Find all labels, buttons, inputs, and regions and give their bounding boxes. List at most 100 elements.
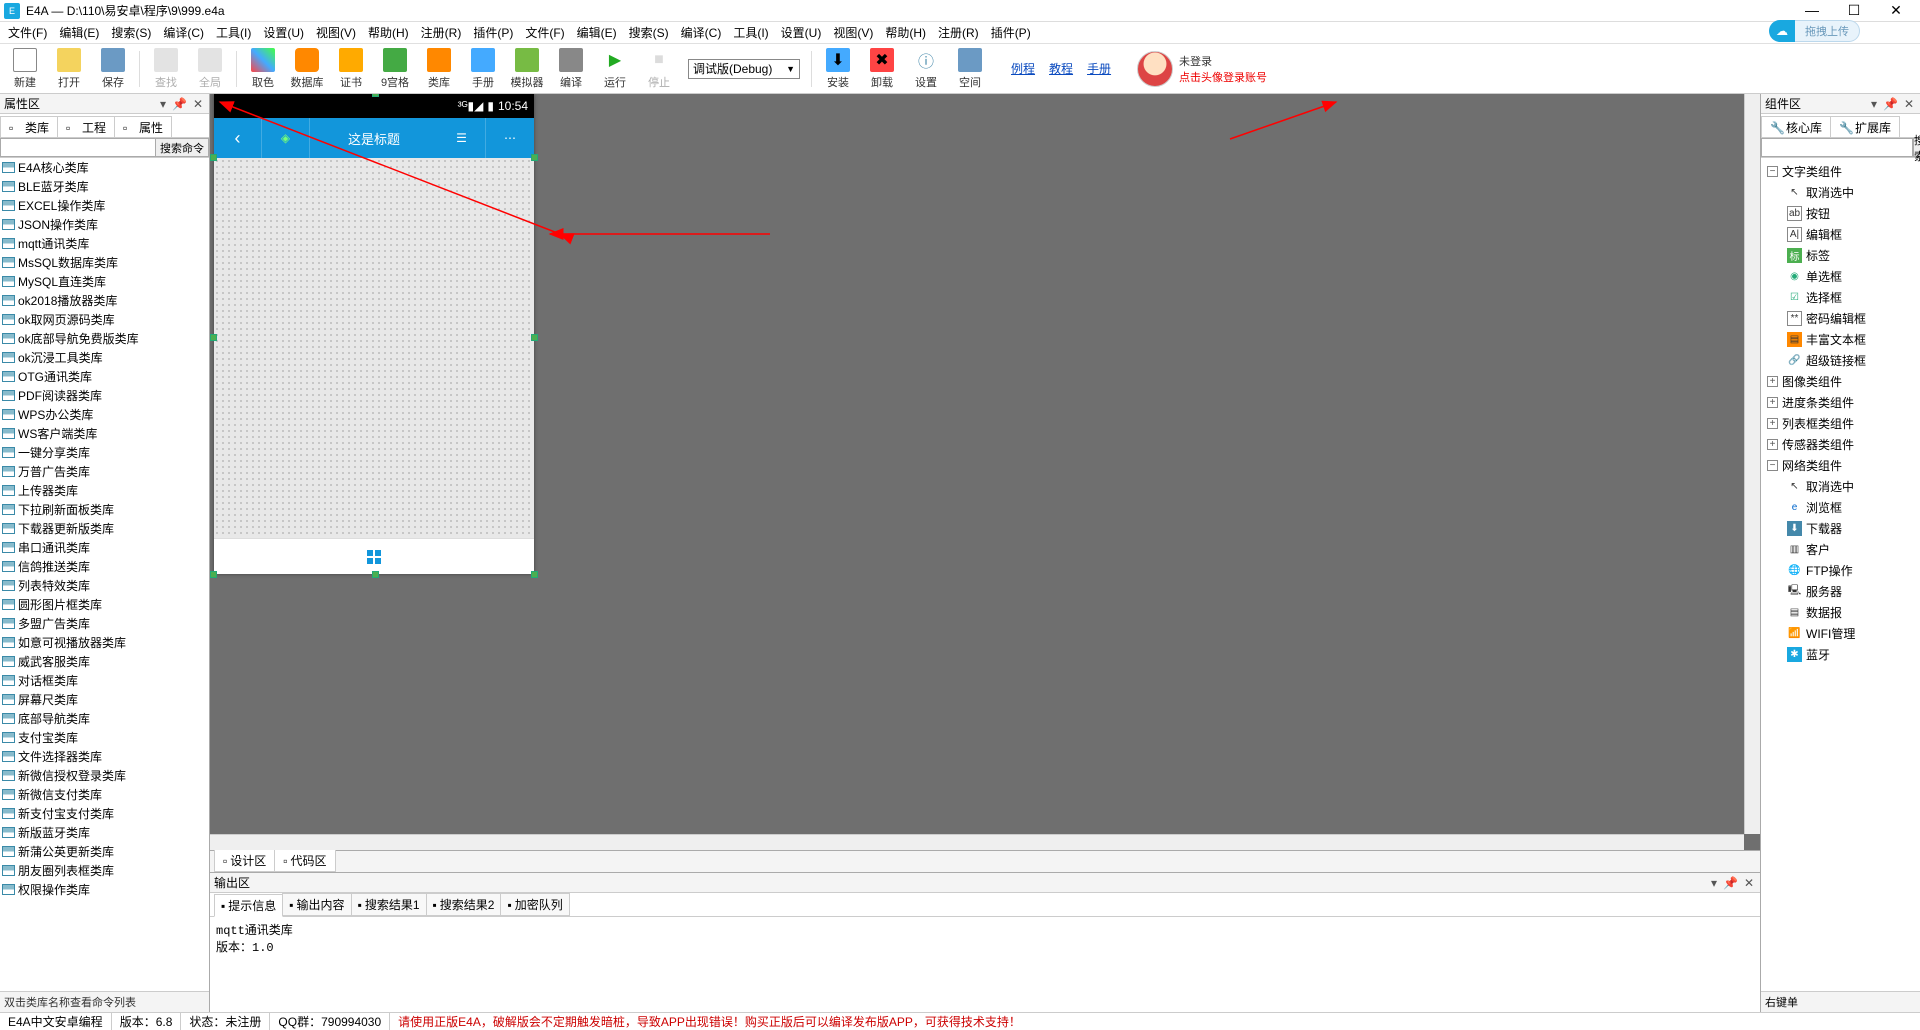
library-item[interactable]: 下拉刷新面板类库 [0, 500, 209, 519]
library-item[interactable]: E4A核心类库 [0, 158, 209, 177]
expand-icon[interactable]: + [1767, 397, 1778, 408]
component-group[interactable]: + 传感器类组件 [1761, 434, 1920, 455]
component-group[interactable]: + 进度条类组件 [1761, 392, 1920, 413]
toolbar-新建-button[interactable]: 新建 [4, 46, 46, 92]
component-tree[interactable]: − 文字类组件 ↖ 取消选中 ab 按钮 A| 编辑框 标 标签 ◉ 单选框 ☑… [1761, 158, 1920, 991]
library-item[interactable]: 列表特效类库 [0, 576, 209, 595]
menu-item[interactable]: 帮助(H) [881, 22, 930, 43]
menu-item[interactable]: 编辑(E) [573, 22, 621, 43]
output-tab-输出内容[interactable]: ▪输出内容 [282, 893, 351, 916]
library-item[interactable]: WS客户端类库 [0, 424, 209, 443]
library-item[interactable]: 串口通讯类库 [0, 538, 209, 557]
menu-item[interactable]: 编译(C) [159, 22, 208, 43]
toolbar-查找-button[interactable]: 查找 [145, 46, 187, 92]
library-item[interactable]: ok2018播放器类库 [0, 291, 209, 310]
design-canvas[interactable]: ³ᴳ▮◢ ▮ 10:54 ‹ ◈ 这是标题 ☰ ⋯ [210, 94, 1760, 850]
component-item[interactable]: ▤ 数据报 [1761, 602, 1920, 623]
collapse-icon[interactable]: − [1767, 460, 1778, 471]
toolbar-link[interactable]: 例程 [1005, 60, 1041, 77]
menu-item[interactable]: 搜索(S) [625, 22, 673, 43]
component-item[interactable]: ◉ 单选框 [1761, 266, 1920, 287]
phone-preview[interactable]: ³ᴳ▮◢ ▮ 10:54 ‹ ◈ 这是标题 ☰ ⋯ [214, 94, 534, 574]
list-icon[interactable]: ☰ [438, 118, 486, 158]
menu-item[interactable]: 插件(P) [987, 22, 1035, 43]
property-tab-属性[interactable]: ▫属性 [114, 116, 172, 137]
menu-item[interactable]: 注册(R) [417, 22, 466, 43]
output-tab-搜索结果1[interactable]: ▪搜索结果1 [351, 893, 427, 916]
expand-icon[interactable]: + [1767, 418, 1778, 429]
apps-icon[interactable] [367, 550, 381, 564]
panel-dropdown-icon[interactable]: ▾ [158, 97, 168, 111]
component-item[interactable]: ✱ 蓝牙 [1761, 644, 1920, 665]
toolbar-空间-button[interactable]: 空间 [949, 46, 991, 92]
window-maximize-button[interactable]: ☐ [1842, 2, 1866, 19]
component-item[interactable]: ↖ 取消选中 [1761, 476, 1920, 497]
library-item[interactable]: 信鸽推送类库 [0, 557, 209, 576]
center-tab-设计区[interactable]: ▫设计区 [214, 849, 275, 872]
resize-handle[interactable] [210, 571, 217, 578]
panel-pin-icon[interactable]: 📌 [170, 97, 189, 111]
panel-dropdown-icon[interactable]: ▾ [1709, 876, 1719, 890]
avatar[interactable] [1137, 51, 1173, 87]
toolbar-停止-button[interactable]: ■ 停止 [638, 46, 680, 92]
library-search-input[interactable] [0, 138, 155, 157]
library-item[interactable]: 威武客服类库 [0, 652, 209, 671]
component-item[interactable]: A| 编辑框 [1761, 224, 1920, 245]
toolbar-类库-button[interactable]: 类库 [418, 46, 460, 92]
menu-item[interactable]: 视图(V) [312, 22, 360, 43]
panel-pin-icon[interactable]: 📌 [1721, 876, 1740, 890]
library-item[interactable]: EXCEL操作类库 [0, 196, 209, 215]
library-item[interactable]: 对话框类库 [0, 671, 209, 690]
library-item[interactable]: OTG通讯类库 [0, 367, 209, 386]
back-icon[interactable]: ‹ [214, 118, 262, 158]
component-item[interactable]: 标 标签 [1761, 245, 1920, 266]
component-item[interactable]: 🔗 超级链接框 [1761, 350, 1920, 371]
toolbar-运行-button[interactable]: ▶ 运行 [594, 46, 636, 92]
resize-handle[interactable] [372, 94, 379, 97]
library-item[interactable]: mqtt通讯类库 [0, 234, 209, 253]
toolbar-9宫格-button[interactable]: 9宫格 [374, 46, 416, 92]
menu-item[interactable]: 插件(P) [469, 22, 517, 43]
component-item[interactable]: 🖳 服务器 [1761, 581, 1920, 602]
component-tab-核心库[interactable]: 🔧核心库 [1761, 116, 1831, 137]
menu-item[interactable]: 工具(I) [212, 22, 255, 43]
component-group[interactable]: − 网络类组件 [1761, 455, 1920, 476]
library-item[interactable]: 圆形图片框类库 [0, 595, 209, 614]
component-item[interactable]: ab 按钮 [1761, 203, 1920, 224]
library-item[interactable]: 新版蓝牙类库 [0, 823, 209, 842]
toolbar-手册-button[interactable]: 手册 [462, 46, 504, 92]
library-item[interactable]: WPS办公类库 [0, 405, 209, 424]
output-tab-提示信息[interactable]: ▪提示信息 [214, 894, 283, 917]
component-item[interactable]: 🌐 FTP操作 [1761, 560, 1920, 581]
toolbar-保存-button[interactable]: 保存 [92, 46, 134, 92]
component-item[interactable]: ↖ 取消选中 [1761, 182, 1920, 203]
library-item[interactable]: 新微信授权登录类库 [0, 766, 209, 785]
resize-handle[interactable] [531, 154, 538, 161]
toolbar-证书-button[interactable]: 证书 [330, 46, 372, 92]
library-item[interactable]: 屏幕尺类库 [0, 690, 209, 709]
component-item[interactable]: ** 密码编辑框 [1761, 308, 1920, 329]
component-item[interactable]: ⬇ 下载器 [1761, 518, 1920, 539]
library-list[interactable]: E4A核心类库 BLE蓝牙类库 EXCEL操作类库 JSON操作类库 mqtt通… [0, 158, 209, 991]
menu-item[interactable]: 编译(C) [677, 22, 726, 43]
library-item[interactable]: 文件选择器类库 [0, 747, 209, 766]
library-item[interactable]: 如意可视播放器类库 [0, 633, 209, 652]
toolbar-卸载-button[interactable]: ✖ 卸载 [861, 46, 903, 92]
toolbar-取色-button[interactable]: 取色 [242, 46, 284, 92]
menu-item[interactable]: 文件(F) [521, 22, 568, 43]
library-search-button[interactable]: 搜索命令 [155, 138, 209, 157]
toolbar-全局-button[interactable]: 全局 [189, 46, 231, 92]
component-item[interactable]: 📶 WIFI管理 [1761, 623, 1920, 644]
expand-icon[interactable]: + [1767, 439, 1778, 450]
resize-handle[interactable] [372, 571, 379, 578]
library-item[interactable]: 权限操作类库 [0, 880, 209, 899]
output-body[interactable]: mqtt通讯类库 版本：1.0 [210, 917, 1760, 1012]
component-search-button[interactable]: 搜索 [1913, 138, 1920, 157]
resize-handle[interactable] [210, 154, 217, 161]
library-item[interactable]: 新蒲公英更新类库 [0, 842, 209, 861]
menu-item[interactable]: 帮助(H) [364, 22, 413, 43]
horizontal-scrollbar[interactable] [210, 834, 1744, 850]
component-group[interactable]: − 文字类组件 [1761, 161, 1920, 182]
component-group[interactable]: + 图像类组件 [1761, 371, 1920, 392]
resize-handle[interactable] [531, 571, 538, 578]
